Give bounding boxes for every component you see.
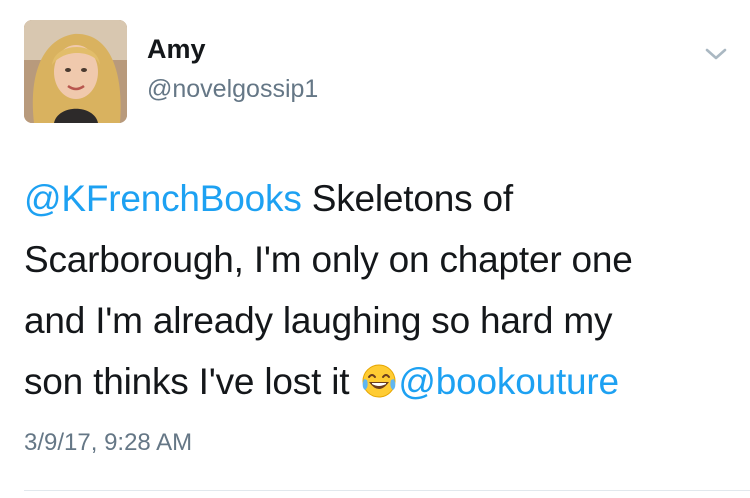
- author-handle[interactable]: @novelgossip1: [147, 77, 318, 102]
- tweet-text: @KFrenchBooks Skeletons of Scarborough, I…: [24, 168, 724, 412]
- tweet-card: Amy @novelgossip1 @KFrenchBooks Skeleton…: [0, 0, 750, 498]
- divider: [24, 490, 750, 491]
- chevron-down-icon[interactable]: [704, 42, 728, 66]
- avatar-photo: [24, 20, 127, 123]
- face-with-tears-of-joy-icon: [361, 356, 397, 398]
- author-name[interactable]: Amy: [147, 36, 206, 63]
- avatar[interactable]: [24, 20, 127, 123]
- tweet-text-segment: and I'm already laughing so hard my: [24, 300, 613, 341]
- tweet-text-segment: son thinks I've lost it: [24, 361, 360, 402]
- mention-link[interactable]: @KFrenchBooks: [24, 178, 302, 219]
- tweet-text-segment: Scarborough, I'm only on chapter one: [24, 239, 633, 280]
- mention-link[interactable]: @bookouture: [398, 361, 619, 402]
- tweet-timestamp[interactable]: 3/9/17, 9:28 AM: [24, 431, 192, 455]
- tweet-text-segment: Skeletons of: [301, 178, 513, 219]
